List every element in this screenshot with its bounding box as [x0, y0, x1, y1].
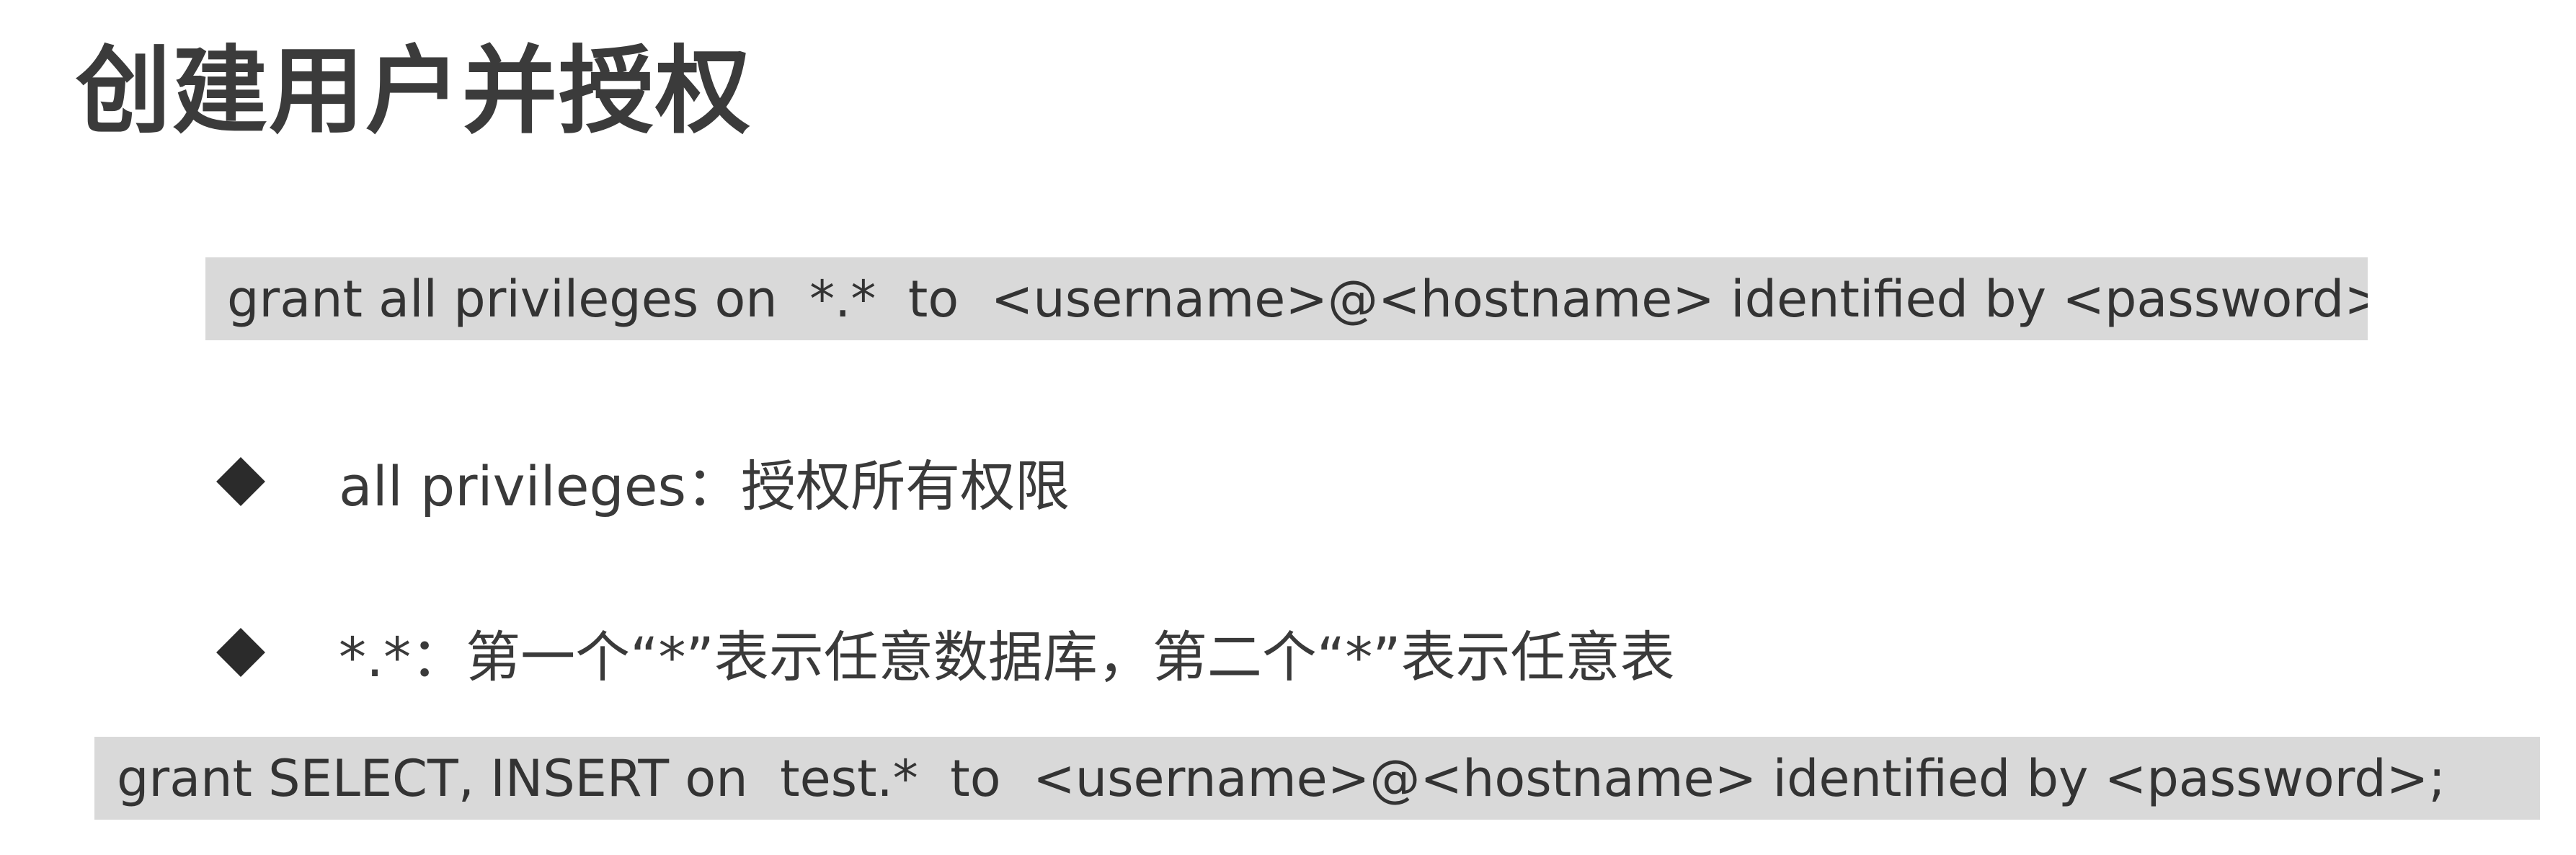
code-text: grant all privileges on *.* to <username…: [227, 269, 2368, 329]
code-block-grant-all: grant all privileges on *.* to <username…: [205, 257, 2368, 340]
bullet-text: all privileges：授权所有权限: [339, 454, 1070, 518]
bullet-text: *.*：第一个“*”表示任意数据库，第二个“*”表示任意表: [339, 625, 1675, 689]
code-block-grant-select-insert: grant SELECT, INSERT on test.* to <usern…: [94, 737, 2540, 820]
diamond-bullet-icon: [216, 628, 265, 677]
code-text: grant SELECT, INSERT on test.* to <usern…: [117, 748, 2446, 808]
bullet-item-all-privileges: all privileges：授权所有权限: [216, 438, 1070, 525]
bullet-item-wildcard: *.*：第一个“*”表示任意数据库，第二个“*”表示任意表: [216, 609, 1675, 696]
page-title: 创建用户并授权: [76, 36, 752, 147]
diamond-bullet-icon: [216, 457, 265, 506]
